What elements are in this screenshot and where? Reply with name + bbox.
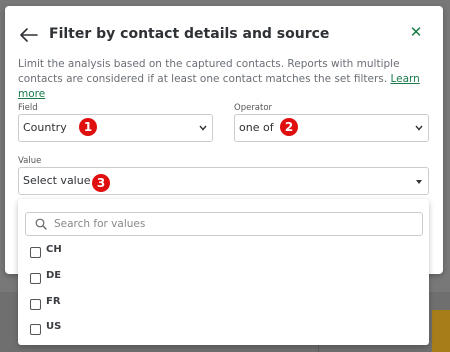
chevron-down-icon [415,125,423,131]
option-checkbox[interactable] [30,299,41,310]
option-label: CH [46,244,62,255]
step-badge-1: 1 [79,118,97,136]
option-checkbox[interactable] [30,247,41,258]
option-checkbox[interactable] [30,273,41,284]
background-accent-block [432,310,450,352]
caret-down-icon [416,180,422,184]
dialog-title: Filter by contact details and source [49,26,330,42]
field-select[interactable]: Country [18,114,213,142]
dialog-description: Limit the analysis based on the captured… [18,57,433,102]
value-search-input[interactable] [54,216,414,232]
value-label: Value [18,156,42,166]
close-icon[interactable]: ✕ [409,25,423,40]
option-label: DE [46,270,62,281]
step-badge-2: 2 [280,118,298,136]
operator-select[interactable]: one of [234,114,429,142]
value-select-placeholder: Select value [23,174,91,187]
step-badge-3: 3 [92,174,110,192]
option-label: FR [46,296,61,307]
value-dropdown: CH DE FR US [18,199,429,345]
value-select[interactable]: Select value [18,167,429,195]
option-label: US [46,321,62,332]
field-select-value: Country [23,121,67,134]
value-search-box [25,212,423,236]
operator-label: Operator [234,103,273,113]
field-label: Field [18,103,38,113]
search-icon [35,218,47,230]
operator-select-value: one of [239,121,274,134]
chevron-down-icon [199,125,207,131]
arrow-left-icon[interactable] [20,28,38,42]
option-checkbox[interactable] [30,324,41,335]
description-text: Limit the analysis based on the captured… [18,58,400,85]
